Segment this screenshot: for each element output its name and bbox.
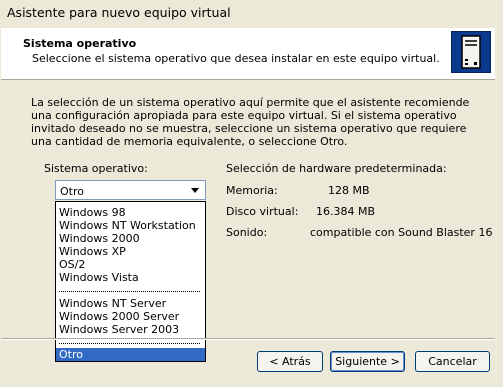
list-item[interactable]: OS/2 (56, 258, 205, 271)
list-item[interactable]: Windows 2000 (56, 232, 205, 245)
hardware-heading: Selección de hardware predeterminada: (226, 162, 447, 175)
list-item-selected[interactable]: Otro (56, 348, 205, 361)
list-separator (59, 343, 200, 344)
next-button[interactable]: Siguiente > (330, 351, 405, 372)
sound-label: Sonido: (226, 226, 268, 239)
list-separator (59, 291, 200, 292)
cancel-button[interactable]: Cancelar (415, 351, 490, 372)
list-item[interactable]: Windows NT Workstation (56, 219, 205, 232)
memory-value: 128 MB (328, 184, 370, 197)
title-bar: Asistente para nuevo equipo virtual (0, 0, 503, 27)
os-label: Sistema operativo: (44, 162, 148, 175)
page-title: Sistema operativo (23, 37, 137, 50)
list-item[interactable]: Windows XP (56, 245, 205, 258)
list-item[interactable]: Windows Vista (56, 271, 205, 284)
computer-tower-icon (451, 31, 491, 73)
list-item[interactable]: Windows 2000 Server (56, 310, 205, 323)
disk-value: 16.384 MB (316, 205, 376, 218)
list-item[interactable]: Windows NT Server (56, 297, 205, 310)
intro-text: La selección de un sistema operativo aqu… (31, 96, 470, 148)
list-item[interactable]: Windows Server 2003 (56, 323, 205, 336)
window-title: Asistente para nuevo equipo virtual (7, 5, 231, 20)
os-combobox-value: Otro (60, 185, 84, 198)
button-separator (1, 338, 495, 340)
wizard-header: Sistema operativo Seleccione el sistema … (1, 28, 495, 80)
disk-label: Disco virtual: (226, 205, 299, 218)
sound-value: compatible con Sound Blaster 16 (310, 226, 493, 239)
back-button[interactable]: < Atrás (257, 351, 323, 372)
list-item[interactable]: Windows 98 (56, 206, 205, 219)
chevron-down-icon[interactable] (188, 184, 202, 196)
page-subtitle: Seleccione el sistema operativo que dese… (32, 52, 440, 65)
memory-label: Memoria: (226, 184, 278, 197)
os-combobox[interactable]: Otro (55, 180, 206, 200)
